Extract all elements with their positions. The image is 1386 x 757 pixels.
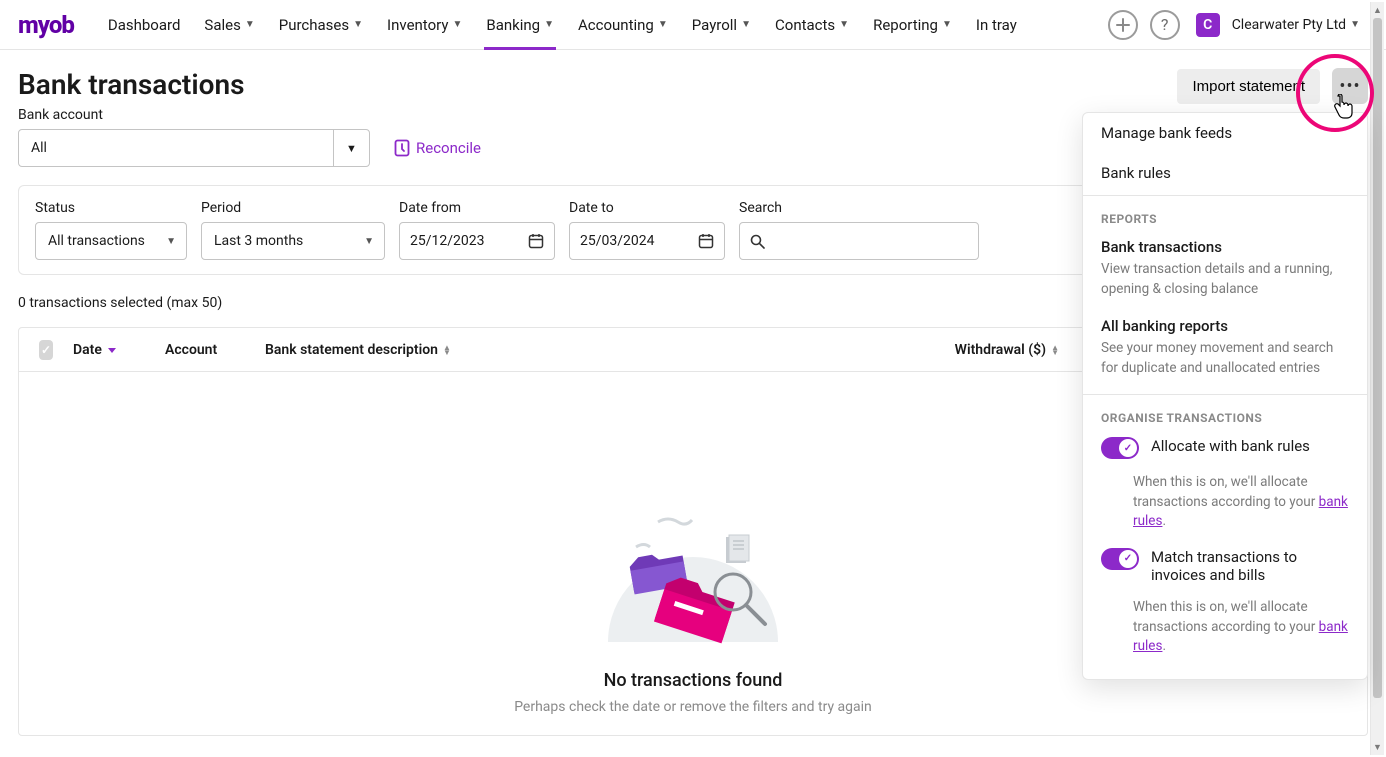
plus-icon xyxy=(1116,18,1130,32)
date-to-label: Date to xyxy=(569,200,725,216)
column-account[interactable]: Account xyxy=(155,342,255,358)
empty-illustration xyxy=(578,442,808,652)
top-navigation: myob Dashboard Sales▼ Purchases▼ Invento… xyxy=(0,0,1386,50)
chevron-down-icon: ▼ xyxy=(1350,19,1360,30)
chevron-down-icon: ▼ xyxy=(452,19,462,30)
sort-icon: ▲▼ xyxy=(443,345,451,355)
column-description[interactable]: Bank statement description ▲▼ xyxy=(255,342,929,358)
chevron-down-icon: ▼ xyxy=(245,19,255,30)
chevron-down-icon: ▼ xyxy=(658,19,668,30)
company-badge: C xyxy=(1196,13,1220,37)
menu-manage-bank-feeds[interactable]: Manage bank feeds xyxy=(1083,113,1367,153)
chevron-down-icon: ▼ xyxy=(839,19,849,30)
date-from-input[interactable]: 25/12/2023 xyxy=(399,222,555,260)
reconcile-link[interactable]: Reconcile xyxy=(394,139,481,157)
empty-subtitle: Perhaps check the date or remove the fil… xyxy=(19,699,1367,715)
search-label: Search xyxy=(739,200,979,216)
toggle-match-invoices[interactable] xyxy=(1101,548,1139,570)
brand-logo: myob xyxy=(18,11,74,39)
bank-account-value: All xyxy=(31,140,47,156)
column-withdrawal[interactable]: Withdrawal ($) ▲▼ xyxy=(929,342,1069,358)
menu-all-banking-reports[interactable]: All banking reports See your money movem… xyxy=(1083,313,1367,392)
question-icon: ? xyxy=(1161,15,1169,34)
column-date[interactable]: Date xyxy=(63,342,155,358)
nav-in-tray[interactable]: In tray xyxy=(966,0,1027,50)
menu-bank-rules[interactable]: Bank rules xyxy=(1083,153,1367,193)
nav-dashboard[interactable]: Dashboard xyxy=(98,0,191,50)
period-select[interactable]: Last 3 months ▼ xyxy=(201,222,385,260)
nav-contacts[interactable]: Contacts▼ xyxy=(765,0,859,50)
help-button[interactable]: ? xyxy=(1150,10,1180,40)
calendar-icon xyxy=(528,233,544,249)
reconcile-icon xyxy=(394,139,410,157)
import-statement-button[interactable]: Import statement xyxy=(1177,69,1320,104)
chevron-down-icon: ▼ xyxy=(333,130,369,166)
search-input[interactable] xyxy=(739,222,979,260)
select-all-checkbox[interactable]: ✓ xyxy=(39,340,53,360)
calendar-icon xyxy=(698,233,714,249)
chevron-down-icon: ▼ xyxy=(354,236,384,247)
period-label: Period xyxy=(201,200,385,216)
scroll-thumb[interactable] xyxy=(1373,18,1382,698)
sort-icon: ▲▼ xyxy=(1051,345,1059,355)
sort-desc-icon xyxy=(107,345,117,355)
nav-reporting[interactable]: Reporting▼ xyxy=(863,0,962,50)
nav-inventory[interactable]: Inventory▼ xyxy=(377,0,472,50)
nav-accounting[interactable]: Accounting▼ xyxy=(568,0,678,50)
search-icon xyxy=(750,234,765,249)
toggle-match-label: Match transactions to invoices and bills xyxy=(1151,548,1349,584)
chevron-down-icon: ▼ xyxy=(942,19,952,30)
toggle-allocate-desc: When this is on, we'll allocate transact… xyxy=(1133,473,1367,544)
nav-payroll[interactable]: Payroll▼ xyxy=(682,0,761,50)
menu-bank-transactions-report[interactable]: Bank transactions View transaction detai… xyxy=(1083,234,1367,313)
more-actions-button[interactable]: ••• xyxy=(1332,68,1368,104)
scroll-down-arrow[interactable]: ▼ xyxy=(1371,739,1384,755)
company-selector[interactable]: C Clearwater Pty Ltd ▼ xyxy=(1188,13,1368,37)
menu-section-organise: ORGANISE TRANSACTIONS xyxy=(1083,407,1367,433)
nav-purchases[interactable]: Purchases▼ xyxy=(269,0,373,50)
chevron-down-icon: ▼ xyxy=(156,236,186,247)
bank-account-label: Bank account xyxy=(18,107,481,123)
toggle-match-desc: When this is on, we'll allocate transact… xyxy=(1133,598,1367,669)
chevron-down-icon: ▼ xyxy=(741,19,751,30)
bank-account-select[interactable]: All ▼ xyxy=(18,129,370,167)
company-name: Clearwater Pty Ltd xyxy=(1232,17,1346,33)
create-button[interactable] xyxy=(1108,10,1138,40)
search-field[interactable] xyxy=(773,233,968,249)
toggle-allocate-label: Allocate with bank rules xyxy=(1151,437,1310,455)
menu-section-reports: REPORTS xyxy=(1083,208,1367,234)
toggle-allocate-bank-rules[interactable] xyxy=(1101,437,1139,459)
page-title: Bank transactions xyxy=(18,68,481,101)
more-actions-menu: Manage bank feeds Bank rules REPORTS Ban… xyxy=(1082,112,1368,680)
nav-banking[interactable]: Banking▼ xyxy=(476,0,564,50)
vertical-scrollbar[interactable]: ▲ ▼ xyxy=(1370,2,1384,755)
date-to-input[interactable]: 25/03/2024 xyxy=(569,222,725,260)
status-select[interactable]: All transactions ▼ xyxy=(35,222,187,260)
ellipsis-icon: ••• xyxy=(1339,76,1360,97)
status-label: Status xyxy=(35,200,187,216)
nav-sales[interactable]: Sales▼ xyxy=(194,0,264,50)
scroll-up-arrow[interactable]: ▲ xyxy=(1371,2,1384,18)
date-from-label: Date from xyxy=(399,200,555,216)
chevron-down-icon: ▼ xyxy=(353,19,363,30)
chevron-down-icon: ▼ xyxy=(544,19,554,30)
